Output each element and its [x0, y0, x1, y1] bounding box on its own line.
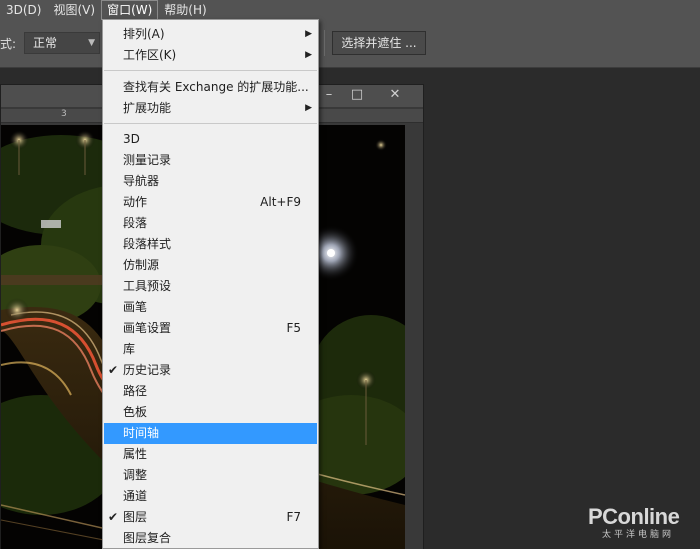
menu-item-measurement-log[interactable]: 测量记录 [104, 150, 317, 171]
menu-item-properties[interactable]: 属性 [104, 444, 317, 465]
shortcut-label: F7 [286, 510, 301, 524]
menu-item-navigator[interactable]: 导航器 [104, 171, 317, 192]
menu-item-3d[interactable]: 3D [104, 129, 317, 150]
menu-item-brushes[interactable]: 画笔 [104, 297, 317, 318]
shortcut-label: F5 [286, 321, 301, 335]
menu-item-timeline[interactable]: 时间轴 [104, 423, 317, 444]
menu-item-paragraph[interactable]: 段落 [104, 213, 317, 234]
menu-3d[interactable]: 3D(D) [0, 0, 47, 20]
submenu-arrow-icon: ▶ [305, 29, 312, 39]
menu-bar: 3D(D) 视图(V) 窗口(W) 帮助(H) [0, 0, 700, 20]
menu-separator [104, 70, 317, 71]
menu-item-layers[interactable]: ✔ 图层 F7 [104, 507, 317, 528]
menu-help[interactable]: 帮助(H) [158, 0, 212, 20]
menu-item-extensions[interactable]: 扩展功能 ▶ [104, 98, 317, 119]
menu-window[interactable]: 窗口(W) [101, 0, 159, 20]
restore-icon[interactable]: □ [345, 87, 369, 103]
menu-item-layer-comps[interactable]: 图层复合 [104, 528, 317, 549]
checkmark-icon: ✔ [108, 363, 119, 377]
menu-item-actions[interactable]: 动作 Alt+F9 [104, 192, 317, 213]
submenu-arrow-icon: ▶ [305, 50, 312, 60]
menu-item-clone-source[interactable]: 仿制源 [104, 255, 317, 276]
watermark-brand: PConline [588, 504, 680, 529]
ruler-number: 3 [61, 109, 67, 119]
style-select[interactable]: 正常 ▼ [24, 32, 100, 54]
menu-item-workspace[interactable]: 工作区(K) ▶ [104, 45, 317, 66]
style-label: 式: [0, 37, 17, 51]
menu-item-history[interactable]: ✔ 历史记录 [104, 360, 317, 381]
style-select-value: 正常 [33, 36, 58, 50]
minimize-icon[interactable]: – [317, 87, 341, 103]
close-icon[interactable]: ✕ [383, 87, 407, 103]
menu-item-channels[interactable]: 通道 [104, 486, 317, 507]
chevron-down-icon: ▼ [88, 38, 95, 48]
menu-separator [104, 123, 317, 124]
shortcut-label: Alt+F9 [260, 195, 301, 209]
menu-view[interactable]: 视图(V) [47, 0, 101, 20]
menu-item-tool-presets[interactable]: 工具预设 [104, 276, 317, 297]
watermark-subtitle: 太平洋电脑网 [602, 530, 675, 540]
window-menu-dropdown: 排列(A) ▶ 工作区(K) ▶ 查找有关 Exchange 的扩展功能... … [102, 19, 319, 549]
menu-item-arrange[interactable]: 排列(A) ▶ [104, 24, 317, 45]
submenu-arrow-icon: ▶ [305, 103, 312, 113]
checkmark-icon: ✔ [108, 510, 119, 524]
menu-item-paragraph-styles[interactable]: 段落样式 [104, 234, 317, 255]
menu-item-brush-settings[interactable]: 画笔设置 F5 [104, 318, 317, 339]
menu-item-paths[interactable]: 路径 [104, 381, 317, 402]
menu-item-find-exchange-extensions[interactable]: 查找有关 Exchange 的扩展功能... [104, 77, 317, 98]
menu-item-swatches[interactable]: 色板 [104, 402, 317, 423]
pconline-watermark: PConline 太平洋电脑网 [588, 505, 698, 541]
menu-item-libraries[interactable]: 库 [104, 339, 317, 360]
select-and-mask-button[interactable]: 选择并遮住 ... [332, 31, 426, 55]
menu-item-adjustments[interactable]: 调整 [104, 465, 317, 486]
divider [324, 30, 325, 56]
